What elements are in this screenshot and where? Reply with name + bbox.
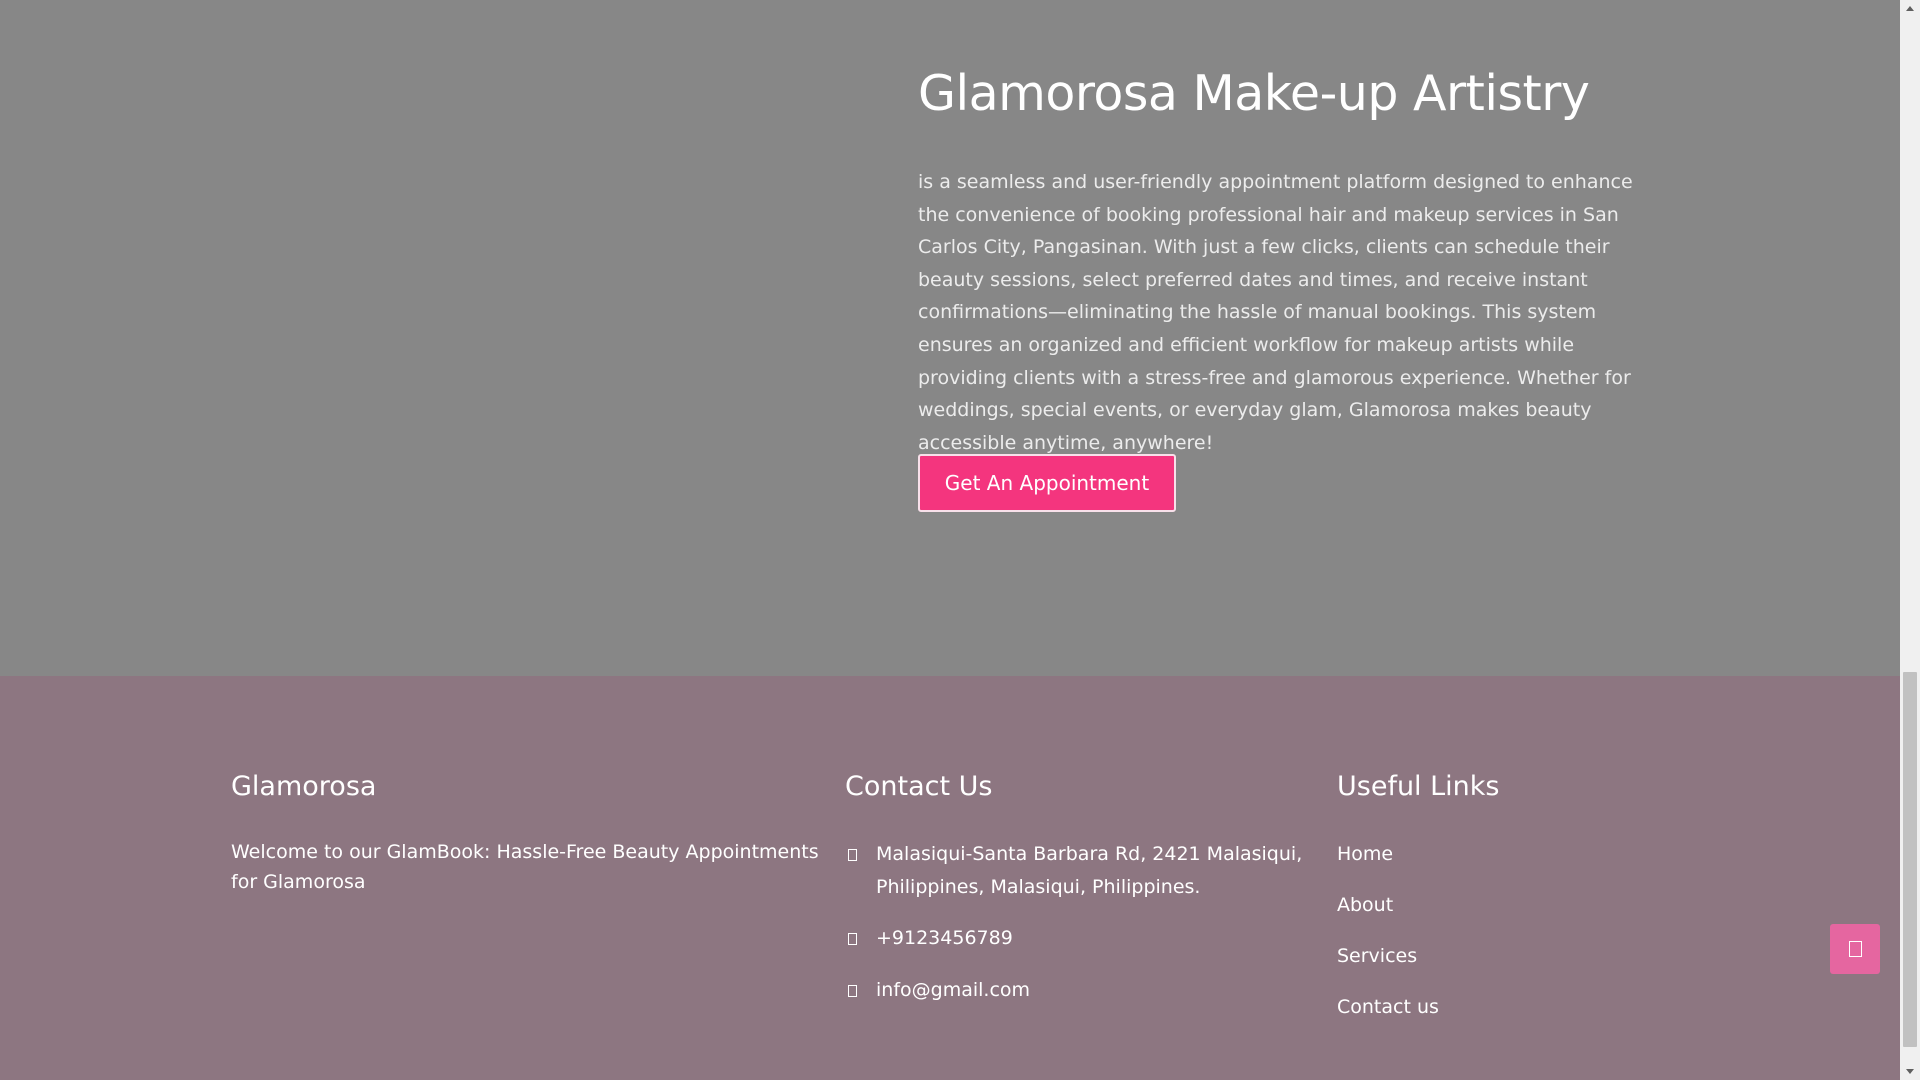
envelope-icon xyxy=(848,985,857,997)
footer-link-contact[interactable]: Contact us xyxy=(1337,994,1637,1020)
scrollbar-thumb[interactable] xyxy=(1903,672,1917,1047)
footer-welcome-text: Welcome to our GlamBook: Hassle-Free Bea… xyxy=(231,841,819,893)
useful-links-list: Home About Services Contact us xyxy=(1337,841,1637,1020)
chevron-down-icon xyxy=(1906,1069,1914,1074)
hero-title: Glamorosa Make-up Artistry xyxy=(918,65,1590,122)
chevron-up-icon xyxy=(1906,6,1914,11)
contact-address-text: Malasiqui-Santa Barbara Rd, 2421 Malasiq… xyxy=(876,843,1303,898)
footer: Glamorosa Welcome to our GlamBook: Hassl… xyxy=(0,676,1900,1080)
map-marker-icon xyxy=(848,849,857,861)
page-scrollbar[interactable] xyxy=(1900,0,1920,1080)
get-appointment-button[interactable]: Get An Appointment xyxy=(918,454,1176,512)
scroll-up-arrow[interactable] xyxy=(1900,0,1920,17)
contact-email-text[interactable]: info@gmail.com xyxy=(876,979,1030,1001)
footer-contact-column: Contact Us Malasiqui-Santa Barbara Rd, 2… xyxy=(845,769,1305,1007)
contact-phone[interactable]: +9123456789 xyxy=(845,922,1305,955)
scroll-down-arrow[interactable] xyxy=(1900,1063,1920,1080)
back-to-top-button[interactable] xyxy=(1830,924,1880,974)
footer-brand-heading: Glamorosa xyxy=(231,771,377,802)
contact-address: Malasiqui-Santa Barbara Rd, 2421 Malasiq… xyxy=(845,838,1305,904)
contact-email[interactable]: info@gmail.com xyxy=(845,974,1305,1007)
footer-about-column: Glamorosa Welcome to our GlamBook: Hassl… xyxy=(231,769,821,897)
footer-links-column: Useful Links Home About Services Contact… xyxy=(1337,769,1637,1045)
contact-heading: Contact Us xyxy=(845,771,993,802)
arrow-up-icon xyxy=(1848,941,1862,957)
phone-icon xyxy=(848,933,857,945)
useful-links-heading: Useful Links xyxy=(1337,771,1500,802)
contact-phone-text[interactable]: +9123456789 xyxy=(876,927,1013,949)
hero-content: Glamorosa Make-up Artistry is a seamless… xyxy=(918,60,1658,459)
footer-link-about[interactable]: About xyxy=(1337,892,1637,918)
hero-description: is a seamless and user-friendly appointm… xyxy=(918,171,1633,454)
footer-link-home[interactable]: Home xyxy=(1337,841,1637,867)
hero-section: Glamorosa Make-up Artistry is a seamless… xyxy=(0,0,1900,676)
footer-link-services[interactable]: Services xyxy=(1337,943,1637,969)
